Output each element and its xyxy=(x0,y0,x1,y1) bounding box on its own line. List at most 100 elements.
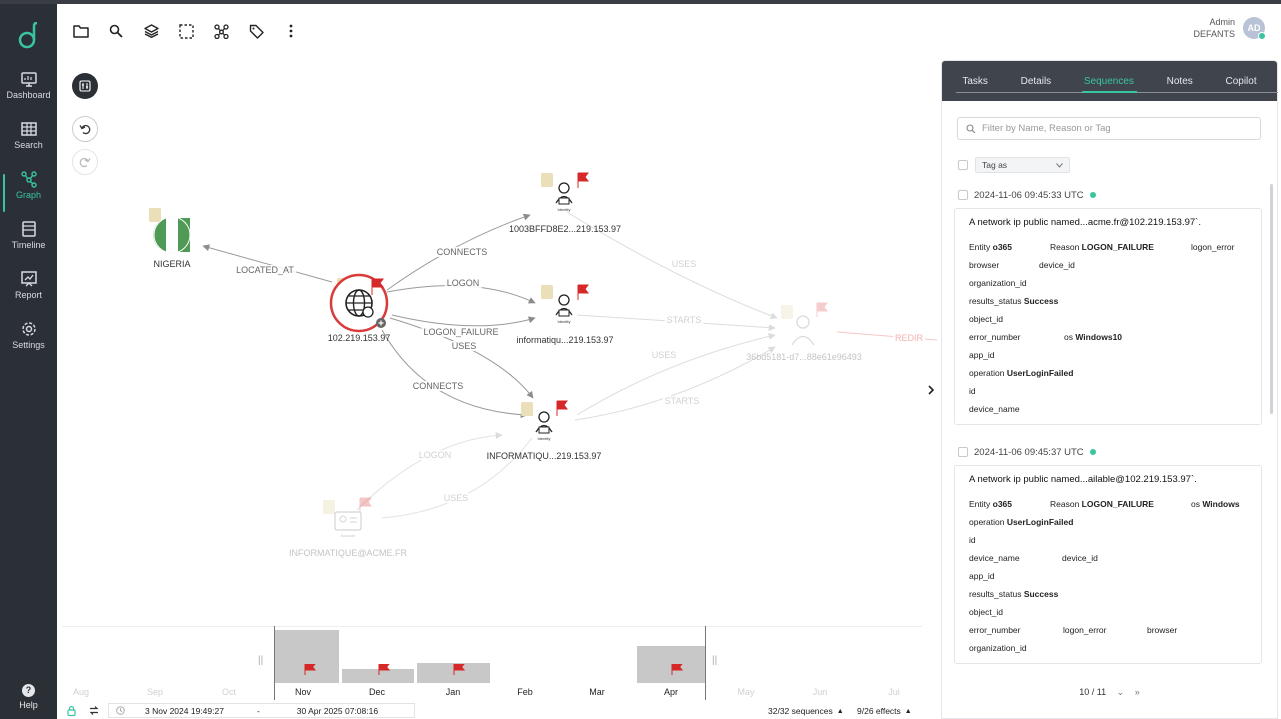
edge-logon[interactable] xyxy=(386,285,536,304)
edge-label-starts-mid: STARTS xyxy=(664,315,704,325)
open-folder-button[interactable] xyxy=(70,18,92,44)
sidebar-item-help[interactable]: ? Help xyxy=(0,684,57,710)
node-nigeria[interactable] xyxy=(149,208,191,254)
field: Reason LOGON_FAILURE xyxy=(1050,499,1154,509)
node-ip[interactable] xyxy=(329,273,389,333)
filter-input[interactable] xyxy=(982,123,1252,134)
sidebar-item-search[interactable]: Search xyxy=(0,120,57,166)
search-button[interactable] xyxy=(105,18,127,44)
sequence-checkbox[interactable] xyxy=(958,190,968,200)
report-icon xyxy=(20,271,37,287)
tab-details[interactable]: Details xyxy=(1017,70,1056,93)
panel-scrollbar[interactable] xyxy=(1270,184,1273,414)
timeline-range-end-line[interactable] xyxy=(705,626,706,700)
chevron-down-icon xyxy=(1056,162,1063,168)
timeline-bar-nov[interactable] xyxy=(275,630,339,683)
toggle-panel-button[interactable] xyxy=(924,382,938,398)
swap-icon[interactable] xyxy=(89,706,99,715)
tab-notes[interactable]: Notes xyxy=(1163,70,1197,93)
node-identity-top[interactable] xyxy=(541,172,589,205)
panel-tabs: Tasks Details Sequences Notes Copilot xyxy=(942,61,1278,101)
sequence-checkbox[interactable] xyxy=(958,447,968,457)
sequence-card[interactable]: A network ip public named...acme.fr@102.… xyxy=(954,208,1262,425)
tag-icon xyxy=(249,24,264,39)
sequence-header: 2024-11-06 09:45:37 UTC xyxy=(958,443,1262,461)
field: device_id xyxy=(1039,260,1075,270)
field-row: organization_id xyxy=(969,274,1251,292)
field: organization_id xyxy=(969,278,1027,288)
field: Entity o365 xyxy=(969,242,1012,252)
sidebar-item-label: Report xyxy=(14,290,42,300)
month-label: Nov xyxy=(294,687,312,697)
active-tab-indicator xyxy=(1082,91,1137,93)
edge-logon-failure[interactable] xyxy=(391,314,536,327)
page-indicator: 10 / 11 xyxy=(1079,687,1107,697)
tab-sequences[interactable]: Sequences xyxy=(1080,70,1138,93)
timeline-histogram[interactable] xyxy=(62,626,922,702)
sidebar-item-graph[interactable]: Graph xyxy=(0,170,57,216)
field-row: object_id xyxy=(969,603,1251,621)
sidebar-item-settings[interactable]: Settings xyxy=(0,320,57,366)
clipboard-icon xyxy=(149,208,161,222)
field-row: operation UserLoginFailed xyxy=(969,364,1251,382)
node-tag-identity-mid: Identity xyxy=(557,319,571,324)
chevron-down-icon[interactable]: ⌄ xyxy=(1117,687,1125,697)
share-nodes-icon xyxy=(213,23,229,39)
node-identity-bottom[interactable] xyxy=(521,400,568,434)
tag-as-dropdown[interactable]: Tag as xyxy=(975,157,1070,173)
tab-tasks[interactable]: Tasks xyxy=(958,70,992,93)
month-label: Mar xyxy=(589,687,605,697)
avatar[interactable]: AD xyxy=(1243,17,1266,40)
field: error_number xyxy=(969,625,1021,635)
graph-layout-button[interactable] xyxy=(210,18,232,44)
bulk-tag-row: Tag as xyxy=(958,157,1070,173)
edge-uses-faded[interactable] xyxy=(381,437,533,519)
effects-count-dropdown[interactable]: 9/26 effects ▲ xyxy=(857,706,912,716)
timeline-left-handle[interactable]: || xyxy=(258,655,263,666)
select-all-checkbox[interactable] xyxy=(958,160,968,170)
caret-up-icon: ▲ xyxy=(904,707,912,715)
node-tag-identity-top: Identity xyxy=(557,207,571,212)
month-label: Dec xyxy=(368,687,386,697)
node-tag-account: Account xyxy=(340,533,356,538)
more-vertical-icon xyxy=(289,24,293,38)
select-area-button[interactable] xyxy=(175,18,197,44)
layers-icon xyxy=(143,24,159,38)
edge-label-logon-failure: LOGON_FAILURE xyxy=(421,327,501,337)
date-range-box[interactable]: 3 Nov 2024 19:49:27 - 30 Apr 2025 07:08:… xyxy=(108,703,415,718)
user-menu[interactable]: Admin DEFANTS AD xyxy=(1193,16,1266,40)
more-options-button[interactable] xyxy=(280,18,302,44)
lock-icon[interactable] xyxy=(67,706,76,716)
chevron-right-icon xyxy=(928,385,934,395)
graph-canvas[interactable]: NIGERIA 102.219.153.97 1003BFFD8E2...219… xyxy=(57,60,937,620)
clock-icon xyxy=(116,706,125,715)
sidebar-item-label: Graph xyxy=(15,190,41,200)
timeline-right-handle[interactable]: || xyxy=(712,655,717,666)
field: logon_error xyxy=(1191,242,1235,252)
double-chevron-down-icon[interactable]: » xyxy=(1135,687,1140,697)
field-row: Entity o365 Reason LOGON_FAILURE os Wind… xyxy=(969,495,1251,513)
layers-button[interactable] xyxy=(140,18,162,44)
range-start-date[interactable]: 3 Nov 2024 19:49:27 xyxy=(145,706,224,716)
sidebar-item-dashboard[interactable]: Dashboard xyxy=(0,70,57,116)
status-dot xyxy=(1089,449,1096,455)
range-end-date[interactable]: 30 Apr 2025 07:08:16 xyxy=(297,706,378,716)
sidebar-item-timeline[interactable]: Timeline xyxy=(0,220,57,266)
edge-logon-faded[interactable] xyxy=(356,431,503,511)
edge-located-at[interactable] xyxy=(202,244,333,283)
tab-copilot[interactable]: Copilot xyxy=(1221,70,1260,93)
sequence-card[interactable]: A network ip public named...ailable@102.… xyxy=(954,465,1262,664)
field: app_id xyxy=(969,350,995,360)
node-label-device: 36bd5181-d7...88e61e96493 xyxy=(746,352,862,362)
sequence-filter[interactable] xyxy=(957,117,1261,140)
node-device[interactable] xyxy=(781,302,828,346)
node-identity-mid[interactable] xyxy=(541,284,589,317)
tag-button[interactable] xyxy=(245,18,267,44)
flag-icon xyxy=(671,664,683,675)
gear-icon xyxy=(21,322,36,336)
field-row: object_id xyxy=(969,310,1251,328)
edge-label-redir: REDIR xyxy=(892,333,926,343)
sequences-count-dropdown[interactable]: 32/32 sequences ▲ xyxy=(768,706,844,716)
node-account[interactable] xyxy=(323,497,372,531)
sidebar-item-report[interactable]: Report xyxy=(0,270,57,316)
